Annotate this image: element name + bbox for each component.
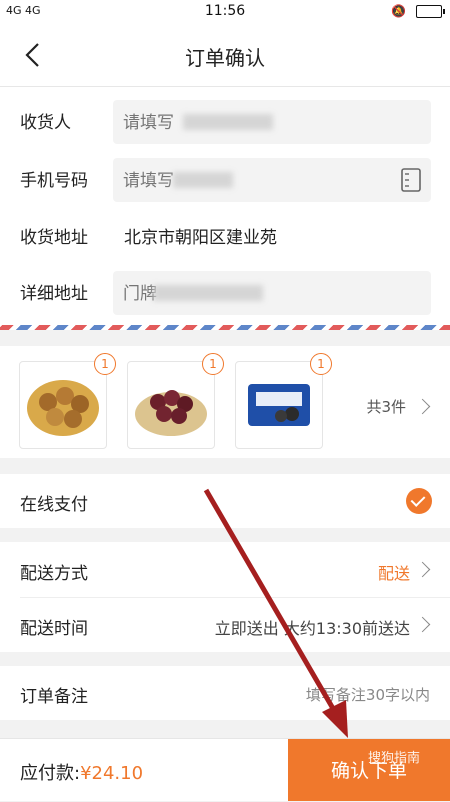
- phone-input[interactable]: [113, 158, 385, 204]
- product-thumb-hazelnuts[interactable]: 1: [19, 353, 116, 449]
- receiver-field[interactable]: [113, 100, 431, 146]
- product-thumb-grapes[interactable]: 1: [127, 353, 224, 449]
- address-form: 收货人 手机号码 收货地址 北京市朝阳区建业苑 详细地址: [0, 87, 450, 325]
- detail-address-row: 详细地址: [0, 263, 450, 319]
- delivery-section: 配送方式 配送 配送时间 立即送出 大约13:30前送达: [0, 542, 450, 652]
- item-count: 共3件: [366, 398, 406, 416]
- clock: 11:56: [204, 3, 246, 19]
- product-strip[interactable]: 1 1 1 共3件: [0, 346, 450, 458]
- cookie-package-image: [248, 384, 310, 426]
- chevron-right-icon: [414, 398, 431, 415]
- payable-amount: ¥24.10: [80, 763, 144, 784]
- order-note-row[interactable]: 订单备注 填写备注30字以内: [0, 666, 450, 720]
- product-thumb-cookies[interactable]: 1: [235, 353, 332, 449]
- checkmark-icon: [406, 488, 432, 514]
- phone-field[interactable]: [113, 158, 431, 204]
- hazelnut-image: [27, 380, 99, 436]
- redacted-text: [173, 172, 233, 188]
- phone-label: 手机号码: [20, 171, 88, 191]
- payment-label: 在线支付: [20, 495, 88, 515]
- receiver-label: 收货人: [20, 113, 71, 133]
- detail-address-label: 详细地址: [20, 284, 88, 304]
- page-title: 订单确认: [185, 46, 265, 70]
- nav-bar: 订单确认: [0, 24, 450, 87]
- address-value: 北京市朝阳区建业苑: [124, 228, 277, 248]
- chevron-right-icon: [414, 616, 431, 633]
- redacted-text: [153, 285, 263, 301]
- battery-icon: [416, 4, 445, 18]
- airmail-border: [0, 325, 450, 330]
- payable-text: 应付款:: [20, 763, 81, 784]
- status-icons: 🔕: [391, 4, 445, 18]
- grape-image: [135, 390, 207, 436]
- delivery-time-value: 立即送出 大约13:30前送达: [214, 619, 410, 638]
- checkout-bar: 应付款:¥24.10 确认下单 搜狗指南: [0, 738, 450, 801]
- detail-address-field[interactable]: [113, 271, 431, 317]
- order-note-hint[interactable]: 填写备注30字以内: [306, 684, 430, 705]
- redacted-text: [183, 114, 273, 130]
- phone-row: 手机号码: [0, 150, 450, 206]
- payable-label: 应付款:¥24.10: [20, 759, 143, 785]
- mute-icon: 🔕: [391, 4, 406, 18]
- quantity-badge: 1: [202, 353, 224, 375]
- order-note-label: 订单备注: [20, 687, 88, 707]
- contacts-book-icon[interactable]: [399, 167, 423, 193]
- delivery-time-label: 配送时间: [20, 619, 88, 639]
- chevron-right-icon: [414, 561, 431, 578]
- status-bar: 4G 4G 11:56 🔕: [0, 0, 450, 24]
- address-label: 收货地址: [20, 228, 88, 248]
- watermark: 搜狗指南: [367, 751, 420, 766]
- delivery-method-row[interactable]: 配送方式 配送: [0, 542, 450, 597]
- receiver-row: 收货人: [0, 92, 450, 148]
- address-row[interactable]: 收货地址 北京市朝阳区建业苑: [0, 207, 450, 263]
- delivery-method-label: 配送方式: [20, 564, 88, 584]
- quantity-badge: 1: [94, 353, 116, 375]
- payment-option-online[interactable]: 在线支付: [0, 474, 450, 528]
- delivery-method-value: 配送: [377, 564, 410, 583]
- delivery-time-row[interactable]: 配送时间 立即送出 大约13:30前送达: [0, 597, 450, 652]
- quantity-badge: 1: [310, 353, 332, 375]
